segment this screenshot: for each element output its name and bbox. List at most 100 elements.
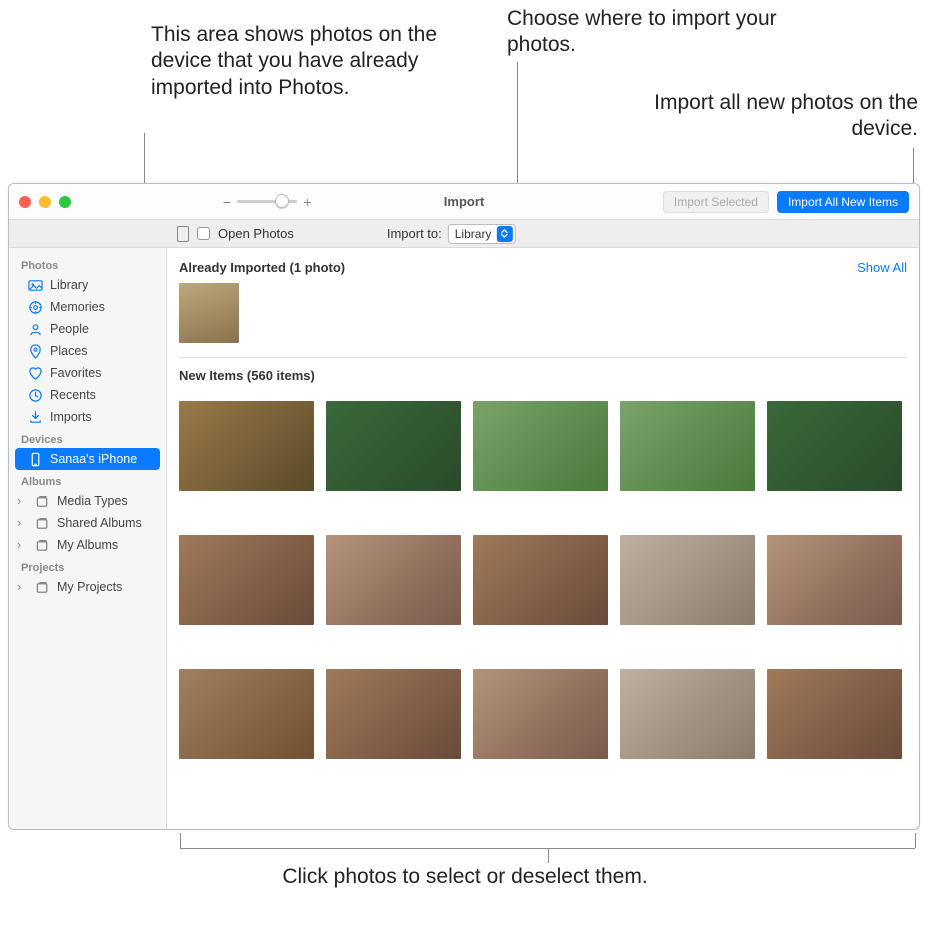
open-photos-checkbox[interactable] — [197, 227, 210, 240]
import-to-dropdown[interactable]: Library — [448, 224, 516, 244]
callout-click-select: Click photos to select or deselect them. — [250, 864, 680, 890]
callout-bracket — [915, 833, 916, 848]
new-items-row — [179, 535, 907, 639]
photo-thumbnail[interactable] — [767, 669, 902, 759]
chevron-right-icon: › — [17, 580, 25, 594]
import-options-bar: Open Photos Import to: Library — [9, 220, 919, 248]
sidebar-item-label: Places — [50, 344, 88, 358]
sidebar-item-imports[interactable]: Imports — [9, 406, 166, 428]
sidebar-item-library[interactable]: Library — [9, 274, 166, 296]
callout-import-all: Import all new photos on the device. — [608, 90, 918, 143]
zoom-slider-knob[interactable] — [275, 194, 289, 208]
places-icon — [27, 343, 43, 359]
section-divider — [179, 357, 907, 358]
already-imported-header: Already Imported (1 photo) Show All — [179, 260, 907, 275]
photo-thumbnail[interactable] — [620, 401, 755, 491]
album-icon — [34, 579, 50, 595]
album-icon — [34, 515, 50, 531]
heart-icon — [27, 365, 43, 381]
content-area: Already Imported (1 photo) Show All New … — [167, 248, 919, 829]
chevron-right-icon: › — [17, 516, 25, 530]
sidebar-section-projects: Projects — [9, 556, 166, 576]
sidebar-item-label: Library — [50, 278, 88, 292]
zoom-slider-track[interactable] — [237, 200, 297, 203]
photo-thumbnail[interactable] — [179, 669, 314, 759]
photos-app-window: − + Import Import Selected Import All Ne… — [8, 183, 920, 830]
sidebar-item-my-projects[interactable]: › My Projects — [9, 576, 166, 598]
callout-bracket — [548, 848, 549, 863]
thumbnail-zoom-slider[interactable]: − + — [223, 194, 311, 210]
iphone-icon — [27, 451, 43, 467]
photo-thumbnail[interactable] — [326, 669, 461, 759]
window-body: Photos Library Memories People Places Fa… — [9, 248, 919, 829]
callout-already-imported: This area shows photos on the device tha… — [151, 22, 451, 101]
sidebar-item-label: Shared Albums — [57, 516, 142, 530]
clock-icon — [27, 387, 43, 403]
close-window-button[interactable] — [19, 196, 31, 208]
library-icon — [27, 277, 43, 293]
new-items-row — [179, 401, 907, 505]
device-icon — [177, 226, 189, 242]
sidebar-item-people[interactable]: People — [9, 318, 166, 340]
sidebar-item-my-albums[interactable]: › My Albums — [9, 534, 166, 556]
titlebar: − + Import Import Selected Import All Ne… — [9, 184, 919, 220]
album-icon — [34, 537, 50, 553]
photo-thumbnail[interactable] — [179, 283, 239, 343]
sidebar-section-photos: Photos — [9, 254, 166, 274]
photo-thumbnail[interactable] — [179, 401, 314, 491]
sidebar-item-label: My Projects — [57, 580, 122, 594]
new-items-header: New Items (560 items) — [179, 368, 907, 383]
sidebar-item-shared-albums[interactable]: › Shared Albums — [9, 512, 166, 534]
import-selected-button[interactable]: Import Selected — [663, 191, 769, 213]
sidebar-item-label: Media Types — [57, 494, 128, 508]
photo-thumbnail[interactable] — [620, 535, 755, 625]
minimize-window-button[interactable] — [39, 196, 51, 208]
sidebar-item-label: People — [50, 322, 89, 336]
new-items-title: New Items (560 items) — [179, 368, 315, 383]
sidebar-item-media-types[interactable]: › Media Types — [9, 490, 166, 512]
import-to-value: Library — [455, 227, 492, 241]
photo-thumbnail[interactable] — [326, 535, 461, 625]
new-items-row — [179, 669, 907, 773]
sidebar-item-places[interactable]: Places — [9, 340, 166, 362]
maximize-window-button[interactable] — [59, 196, 71, 208]
import-all-new-button[interactable]: Import All New Items — [777, 191, 909, 213]
zoom-in-icon: + — [303, 194, 311, 210]
sidebar-item-label: My Albums — [57, 538, 118, 552]
sidebar-item-device[interactable]: Sanaa's iPhone — [15, 448, 160, 470]
window-title: Import — [444, 194, 484, 209]
window-controls — [19, 196, 71, 208]
sidebar-item-label: Memories — [50, 300, 105, 314]
sidebar-item-memories[interactable]: Memories — [9, 296, 166, 318]
already-imported-title: Already Imported (1 photo) — [179, 260, 345, 275]
photo-thumbnail[interactable] — [473, 669, 608, 759]
sidebar-item-label: Imports — [50, 410, 92, 424]
sidebar-item-recents[interactable]: Recents — [9, 384, 166, 406]
album-icon — [34, 493, 50, 509]
already-imported-thumbs — [179, 283, 907, 357]
sidebar-item-label: Sanaa's iPhone — [50, 452, 137, 466]
show-all-link[interactable]: Show All — [857, 260, 907, 275]
sidebar-item-label: Favorites — [50, 366, 101, 380]
callout-bracket — [180, 833, 181, 848]
photo-thumbnail[interactable] — [179, 535, 314, 625]
chevron-right-icon: › — [17, 538, 25, 552]
sidebar-section-albums: Albums — [9, 470, 166, 490]
photo-thumbnail[interactable] — [326, 401, 461, 491]
photo-thumbnail[interactable] — [473, 401, 608, 491]
photo-thumbnail[interactable] — [620, 669, 755, 759]
zoom-out-icon: − — [223, 194, 231, 210]
import-to-label: Import to: — [387, 226, 442, 241]
sidebar-item-label: Recents — [50, 388, 96, 402]
callout-choose-where: Choose where to import your photos. — [507, 6, 787, 59]
memories-icon — [27, 299, 43, 315]
sidebar: Photos Library Memories People Places Fa… — [9, 248, 167, 829]
open-photos-label: Open Photos — [218, 226, 294, 241]
photo-thumbnail[interactable] — [767, 535, 902, 625]
chevron-right-icon: › — [17, 494, 25, 508]
people-icon — [27, 321, 43, 337]
sidebar-section-devices: Devices — [9, 428, 166, 448]
photo-thumbnail[interactable] — [767, 401, 902, 491]
sidebar-item-favorites[interactable]: Favorites — [9, 362, 166, 384]
photo-thumbnail[interactable] — [473, 535, 608, 625]
